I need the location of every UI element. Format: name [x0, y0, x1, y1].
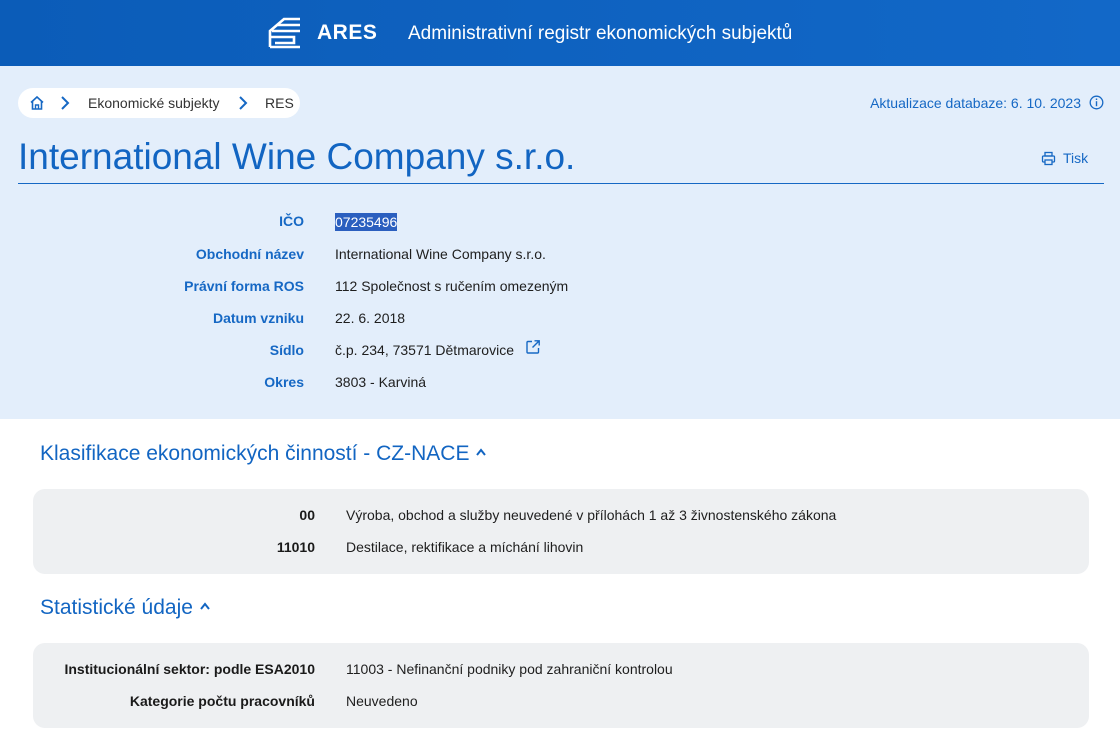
- ico-value[interactable]: 07235496: [335, 213, 398, 231]
- database-update-text: Aktualizace databaze: 6. 10. 2023: [870, 95, 1081, 111]
- stats-value: 11003 - Nefinanční podniky pod zahraničn…: [346, 661, 673, 677]
- list-item: 00 Výroba, obchod a služby neuvedené v p…: [33, 507, 1089, 529]
- list-item: Institucionální sektor: podle ESA2010 11…: [33, 661, 1089, 683]
- stats-value: Neuvedeno: [346, 693, 418, 709]
- detail-label: Obchodní název: [195, 246, 304, 262]
- detail-row-obchodni-nazev: Obchodní název International Wine Compan…: [0, 246, 1120, 270]
- print-label: Tisk: [1063, 150, 1089, 166]
- page-title: International Wine Company s.r.o.: [18, 136, 576, 177]
- detail-label: Datum vzniku: [212, 310, 304, 326]
- list-item: 11010 Destilace, rektifikace a míchání l…: [33, 539, 1089, 561]
- chevron-up-icon: [476, 448, 487, 456]
- detail-row-sidlo: Sídlo č.p. 234, 73571 Dětmarovice: [0, 339, 1120, 366]
- detail-label: Sídlo: [269, 342, 304, 358]
- ares-logo-icon[interactable]: [268, 16, 302, 49]
- nace-description: Výroba, obchod a služby neuvedené v příl…: [346, 507, 837, 523]
- printer-icon: [1041, 151, 1056, 166]
- breadcrumb-item-res[interactable]: RES: [265, 95, 294, 111]
- breadcrumb: Ekonomické subjekty RES: [18, 88, 300, 118]
- chevron-up-icon: [200, 602, 210, 610]
- list-item: Kategorie počtu pracovníků Neuvedeno: [33, 693, 1089, 715]
- title-divider: [18, 183, 1104, 184]
- detail-value: 3803 - Karviná: [335, 374, 427, 390]
- home-icon[interactable]: [29, 95, 45, 111]
- detail-row-okres: Okres 3803 - Karviná: [0, 374, 1120, 398]
- detail-label: IČO: [279, 213, 304, 229]
- nace-panel: 00 Výroba, obchod a služby neuvedené v p…: [33, 489, 1089, 574]
- detail-label: Právní forma ROS: [184, 278, 304, 294]
- detail-label: Okres: [264, 374, 304, 390]
- chevron-right-icon: [61, 96, 70, 110]
- section-title: Statistické údaje: [40, 596, 193, 619]
- stats-key: Institucionální sektor: podle ESA2010: [64, 661, 315, 677]
- external-link-icon[interactable]: [525, 339, 541, 355]
- detail-row-datum-vzniku: Datum vzniku 22. 6. 2018: [0, 310, 1120, 334]
- app-title: Administrativní registr ekonomických sub…: [408, 23, 793, 44]
- chevron-right-icon: [239, 96, 248, 110]
- stats-key: Kategorie počtu pracovníků: [129, 693, 315, 709]
- logo-text[interactable]: ARES: [317, 21, 377, 45]
- info-icon[interactable]: [1089, 95, 1104, 110]
- detail-row-ico: IČO 07235496: [0, 213, 1120, 237]
- top-header: ARES Administrativní registr ekonomickýc…: [0, 0, 1120, 66]
- nace-code: 00: [299, 507, 315, 523]
- section-toggle-cz-nace[interactable]: Klasifikace ekonomických činností - CZ-N…: [40, 442, 487, 466]
- hero-section: [0, 66, 1120, 419]
- section-toggle-statisticke-udaje[interactable]: Statistické údaje: [40, 596, 211, 620]
- nace-code: 11010: [276, 539, 315, 555]
- address-value: č.p. 234, 73571 Dětmarovice: [335, 342, 514, 358]
- detail-row-pravni-forma: Právní forma ROS 112 Společnost s ručení…: [0, 278, 1120, 302]
- detail-value: International Wine Company s.r.o.: [335, 246, 546, 262]
- section-title: Klasifikace ekonomických činností - CZ-N…: [40, 442, 470, 465]
- stats-panel: Institucionální sektor: podle ESA2010 11…: [33, 643, 1089, 728]
- detail-value: 22. 6. 2018: [335, 310, 406, 326]
- breadcrumb-item-ekonomicke-subjekty[interactable]: Ekonomické subjekty: [88, 95, 220, 111]
- nace-description: Destilace, rektifikace a míchání lihovin: [346, 539, 584, 555]
- detail-value: 112 Společnost s ručením omezeným: [335, 278, 569, 294]
